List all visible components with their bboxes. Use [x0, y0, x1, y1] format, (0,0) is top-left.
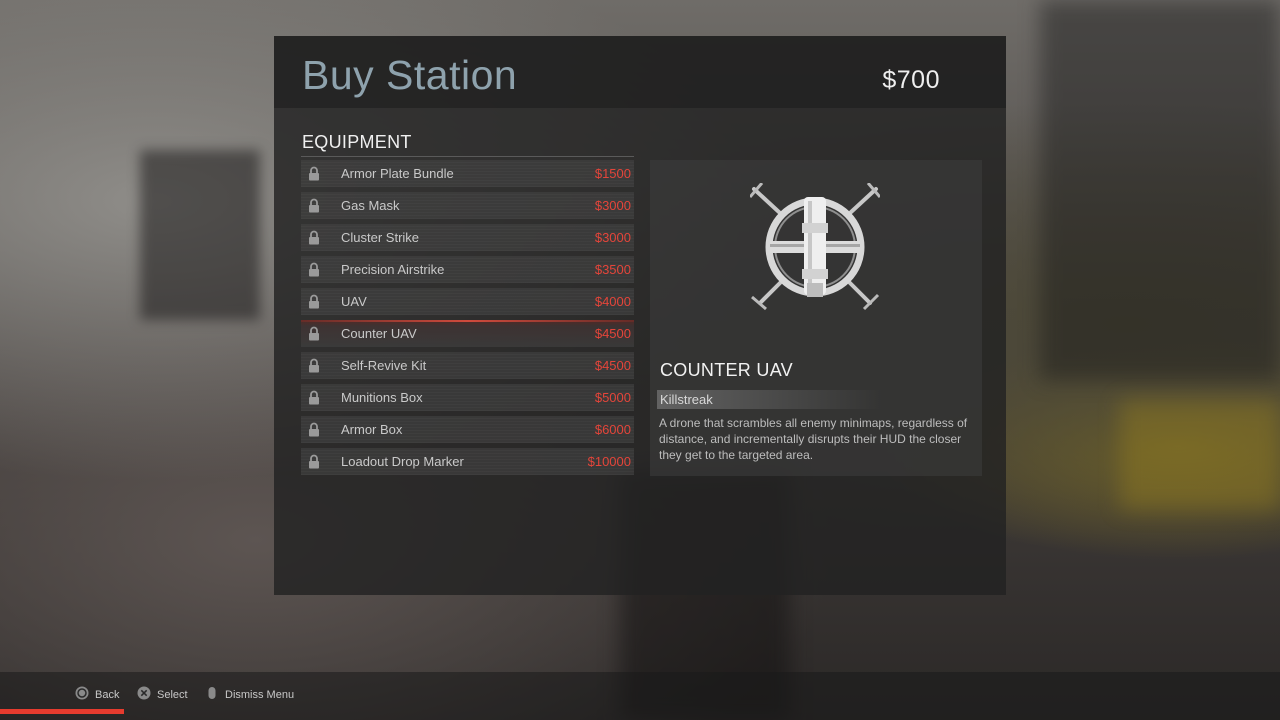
cross-button-icon	[137, 686, 151, 700]
equipment-item[interactable]: Loadout Drop Marker $10000	[301, 448, 634, 475]
item-detail-card: COUNTER UAV Killstreak A drone that scra…	[650, 160, 982, 476]
counter-uav-drone-icon	[750, 183, 880, 311]
lock-icon	[309, 454, 319, 469]
equipment-item-name: Loadout Drop Marker	[341, 454, 464, 469]
equipment-item-name: Self-Revive Kit	[341, 358, 427, 373]
lock-icon	[309, 294, 319, 309]
equipment-item-name: Counter UAV	[341, 326, 417, 341]
money-balance: $700	[882, 66, 940, 94]
back-hold-progress-bar	[0, 709, 124, 714]
buy-station-panel: Buy Station $700 EQUIPMENT Armor Plate B…	[274, 36, 1006, 595]
equipment-item-name: Precision Airstrike	[341, 262, 445, 277]
lock-icon	[309, 230, 319, 245]
equipment-item[interactable]: Counter UAV $4500	[301, 320, 634, 347]
equipment-item-name: Armor Box	[341, 422, 403, 437]
equipment-item-price: $10000	[587, 454, 631, 469]
lock-icon	[309, 262, 319, 277]
circle-button-icon	[75, 686, 89, 700]
detail-description: A drone that scrambles all enemy minimap…	[659, 416, 968, 462]
lock-icon	[309, 166, 319, 181]
footer-button-bar: Back Select Dismiss Menu	[0, 672, 1280, 720]
background-blur	[140, 150, 260, 320]
equipment-item-price: $3000	[594, 230, 631, 245]
equipment-item[interactable]: Munitions Box $5000	[301, 384, 634, 411]
equipment-item-name: Cluster Strike	[341, 230, 420, 245]
equipment-item-price: $1500	[594, 166, 631, 181]
equipment-item-price: $3500	[594, 262, 631, 277]
equipment-item-price: $6000	[594, 422, 631, 437]
detail-title: COUNTER UAV	[660, 360, 793, 380]
equipment-list: Armor Plate Bundle $1500 Gas Mask $3000 Clus…	[301, 160, 634, 480]
equipment-item[interactable]: Cluster Strike $3000	[301, 224, 634, 251]
detail-category-label: Killstreak	[660, 392, 713, 407]
background-blur	[1040, 0, 1280, 380]
equipment-item-price: $4500	[594, 326, 631, 341]
back-label: Back	[95, 689, 120, 701]
lock-icon	[309, 326, 319, 341]
touchpad-icon	[208, 687, 216, 699]
equipment-item[interactable]: UAV $4000	[301, 288, 634, 315]
equipment-item[interactable]: Armor Box $6000	[301, 416, 634, 443]
dismiss-menu-label: Dismiss Menu	[225, 689, 295, 701]
lock-icon	[309, 390, 319, 405]
section-divider	[301, 156, 634, 157]
background-blur	[1120, 400, 1280, 510]
equipment-item[interactable]: Precision Airstrike $3500	[301, 256, 634, 283]
equipment-item-price: $4000	[594, 294, 631, 309]
equipment-item-name: Armor Plate Bundle	[341, 166, 454, 181]
lock-icon	[309, 422, 319, 437]
panel-header: Buy Station $700	[274, 36, 1006, 108]
equipment-item-name: Gas Mask	[341, 198, 400, 213]
equipment-item-price: $5000	[594, 390, 631, 405]
detail-category-badge: Killstreak	[657, 390, 882, 409]
equipment-item-price: $3000	[594, 198, 631, 213]
section-title: EQUIPMENT	[302, 132, 412, 152]
equipment-item-price: $4500	[594, 358, 631, 373]
equipment-item[interactable]: Gas Mask $3000	[301, 192, 634, 219]
equipment-item-name: Munitions Box	[341, 390, 423, 405]
equipment-item[interactable]: Self-Revive Kit $4500	[301, 352, 634, 379]
equipment-item[interactable]: Armor Plate Bundle $1500	[301, 160, 634, 187]
select-label: Select	[157, 689, 188, 701]
equipment-item-name: UAV	[341, 294, 367, 309]
lock-icon	[309, 198, 319, 213]
page-title: Buy Station	[302, 52, 518, 98]
lock-icon	[309, 358, 319, 373]
